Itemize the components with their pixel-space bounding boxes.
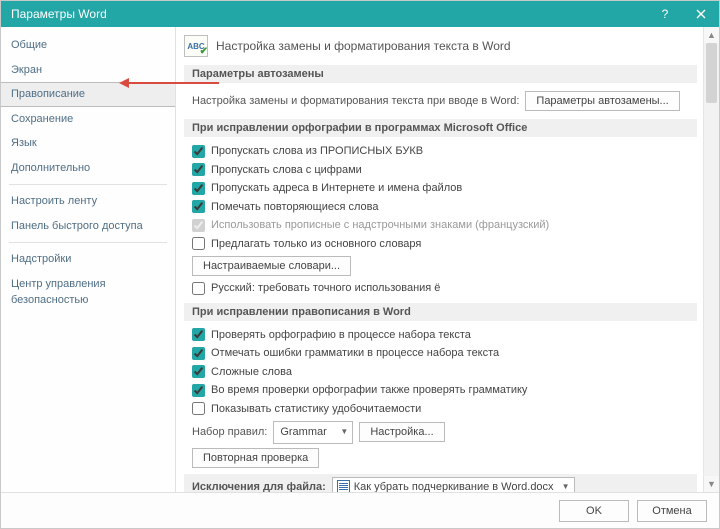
page-heading: Настройка замены и форматирования текста… <box>216 39 511 53</box>
ok-button[interactable]: OK <box>559 500 629 522</box>
rules-label: Набор правил: <box>192 424 267 441</box>
sidebar-item-advanced[interactable]: Дополнительно <box>1 156 175 181</box>
opt-uppercase[interactable]: Пропускать слова из ПРОПИСНЫХ БУКВ <box>192 143 423 160</box>
sidebar-item-qat[interactable]: Панель быстрого доступа <box>1 214 175 239</box>
section-exceptions: Исключения для файла: Как убрать подчерк… <box>184 474 697 493</box>
sidebar-item-ribbon[interactable]: Настроить ленту <box>1 189 175 214</box>
section-autocorrect-title: Параметры автозамены <box>184 65 697 83</box>
scroll-up-button[interactable]: ▲ <box>704 27 719 43</box>
opt-repeated[interactable]: Помечать повторяющиеся слова <box>192 199 379 216</box>
autocorrect-desc: Настройка замены и форматирования текста… <box>192 93 519 110</box>
sidebar-item-save[interactable]: Сохранение <box>1 107 175 132</box>
rules-dropdown[interactable]: Grammar ▼ <box>273 421 353 444</box>
window-title: Параметры Word <box>11 7 647 21</box>
autocorrect-options-button[interactable]: Параметры автозамены... <box>525 91 679 111</box>
section-office-title: При исправлении орфографии в программах … <box>184 119 697 137</box>
close-icon <box>696 9 706 19</box>
exceptions-file-dropdown[interactable]: Как убрать подчеркивание в Word.docx ▼ <box>332 477 575 493</box>
rules-settings-button[interactable]: Настройка... <box>359 422 444 442</box>
close-button[interactable] <box>683 1 719 27</box>
opt-spell-typing[interactable]: Проверять орфографию в процессе набора т… <box>192 327 471 344</box>
sidebar-item-proofing[interactable]: Правописание <box>1 82 175 107</box>
document-icon <box>337 480 350 493</box>
main-panel: ABC✔ Настройка замены и форматирования т… <box>176 27 703 492</box>
exceptions-label: Исключения для файла: <box>192 481 326 493</box>
opt-grammar-typing[interactable]: Отмечать ошибки грамматики в процессе на… <box>192 345 499 362</box>
opt-numbers[interactable]: Пропускать слова с цифрами <box>192 162 362 179</box>
opt-russian-yo[interactable]: Русский: требовать точного использования… <box>192 280 440 297</box>
sidebar-item-trust[interactable]: Центр управления безопасностью <box>1 272 175 313</box>
dialog-footer: OK Отмена <box>1 492 719 528</box>
sidebar-separator <box>9 242 167 243</box>
opt-french: Использовать прописные с надстрочными зн… <box>192 217 549 234</box>
opt-main-dict[interactable]: Предлагать только из основного словаря <box>192 236 421 253</box>
section-word-title: При исправлении правописания в Word <box>184 303 697 321</box>
chevron-down-icon: ▼ <box>562 482 570 491</box>
scroll-thumb[interactable] <box>706 43 717 103</box>
opt-readability[interactable]: Показывать статистику удобочитаемости <box>192 401 421 418</box>
opt-urls[interactable]: Пропускать адреса в Интернете и имена фа… <box>192 180 462 197</box>
sidebar-separator <box>9 184 167 185</box>
scroll-down-button[interactable]: ▼ <box>704 476 719 492</box>
sidebar-item-language[interactable]: Язык <box>1 131 175 156</box>
cancel-button[interactable]: Отмена <box>637 500 707 522</box>
titlebar: Параметры Word ? <box>1 1 719 27</box>
recheck-button[interactable]: Повторная проверка <box>192 448 319 468</box>
sidebar-item-display[interactable]: Экран <box>1 58 175 83</box>
sidebar-item-general[interactable]: Общие <box>1 33 175 58</box>
chevron-down-icon: ▼ <box>340 426 348 438</box>
opt-grammar-with-spell[interactable]: Во время проверки орфографии также прове… <box>192 382 527 399</box>
custom-dictionaries-button[interactable]: Настраиваемые словари... <box>192 256 351 276</box>
proofing-icon: ABC✔ <box>184 35 208 57</box>
help-button[interactable]: ? <box>647 1 683 27</box>
sidebar: Общие Экран Правописание Сохранение Язык… <box>1 27 176 492</box>
sidebar-item-addins[interactable]: Надстройки <box>1 247 175 272</box>
vertical-scrollbar[interactable]: ▲ ▼ <box>703 27 719 492</box>
opt-compound[interactable]: Сложные слова <box>192 364 292 381</box>
scroll-track[interactable] <box>704 43 719 476</box>
